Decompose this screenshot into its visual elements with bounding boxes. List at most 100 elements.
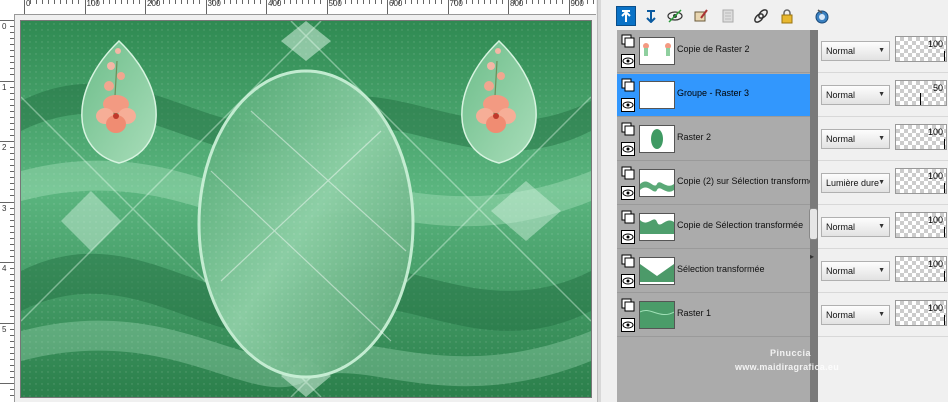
blend-mode-dropdown[interactable]: Normal ▼: [821, 85, 890, 105]
blend-mode-value: Normal: [826, 46, 856, 56]
chevron-down-icon: ▼: [878, 47, 885, 54]
chevron-down-icon: ▼: [878, 179, 885, 186]
expand-arrow-icon[interactable]: ▸: [810, 252, 814, 261]
blend-mode-dropdown[interactable]: Normal ▼: [821, 305, 890, 325]
opacity-control[interactable]: 100: [895, 36, 947, 62]
layer-type-icon[interactable]: [621, 254, 635, 268]
layer-thumbnail[interactable]: [639, 81, 675, 109]
chevron-down-icon: ▼: [878, 223, 885, 230]
blend-mode-dropdown[interactable]: Normal ▼: [821, 261, 890, 281]
layer-thumbnail[interactable]: [639, 213, 675, 241]
ruler-label: 100: [86, 0, 100, 8]
opacity-slider-marker[interactable]: [944, 139, 945, 149]
ruler-tick: [10, 292, 14, 294]
ruler-tick: [344, 0, 346, 4]
blend-mode-dropdown[interactable]: Normal ▼: [821, 217, 890, 237]
opacity-control[interactable]: 100: [895, 256, 947, 282]
opacity-slider-marker[interactable]: [920, 93, 921, 105]
layer-thumbnail[interactable]: [639, 37, 675, 65]
eye-icon[interactable]: [621, 274, 635, 288]
ruler-tick: [54, 0, 56, 4]
layer-properties-row: Lumière dure ▼ 100: [818, 162, 948, 205]
ruler-tick: [10, 50, 14, 52]
ruler-tick: [326, 0, 328, 14]
ruler-tick: [169, 0, 171, 4]
ruler-label: 200: [147, 0, 161, 8]
ruler-tick: [10, 171, 14, 173]
ruler-tick: [10, 183, 14, 185]
eye-icon[interactable]: [621, 142, 635, 156]
layer-type-icon[interactable]: [621, 210, 635, 224]
layer-name[interactable]: Copie de Sélection transformée: [677, 220, 810, 230]
edit-icon[interactable]: [691, 6, 711, 26]
opacity-slider-marker[interactable]: [944, 271, 945, 281]
layer-type-icon[interactable]: [621, 78, 635, 92]
ruler-tick: [417, 0, 419, 4]
ruler-tick: [10, 237, 14, 239]
link-icon[interactable]: [751, 6, 771, 26]
layer-type-icon[interactable]: [621, 298, 635, 312]
layer-row[interactable]: Raster 1: [617, 294, 810, 337]
ruler-tick: [429, 0, 431, 4]
opacity-control[interactable]: 100: [895, 168, 947, 194]
eye-icon[interactable]: [621, 54, 635, 68]
layer-type-icon[interactable]: [621, 34, 635, 48]
mask-icon[interactable]: [812, 6, 832, 26]
ruler-tick: [308, 0, 310, 4]
layer-name[interactable]: Sélection transformée: [677, 264, 810, 274]
layer-row[interactable]: Sélection transformée: [617, 250, 810, 293]
ruler-tick: [10, 159, 14, 161]
blend-mode-dropdown[interactable]: Normal ▼: [821, 41, 890, 61]
layer-type-icon[interactable]: [621, 122, 635, 136]
layer-thumbnail[interactable]: [639, 169, 675, 197]
layer-name[interactable]: Raster 2: [677, 132, 810, 142]
opacity-control[interactable]: 100: [895, 300, 947, 326]
image-canvas[interactable]: [20, 20, 592, 398]
opacity-control[interactable]: 100: [895, 124, 947, 150]
ruler-tick: [0, 383, 14, 384]
ruler-tick: [447, 0, 449, 14]
ruler-label: 4: [2, 264, 7, 273]
layer-name[interactable]: Copie (2) sur Sélection transformée: [677, 176, 810, 186]
move-layer-up-icon[interactable]: [616, 6, 636, 26]
eye-icon[interactable]: [621, 230, 635, 244]
eye-icon[interactable]: [621, 186, 635, 200]
splitter-handle[interactable]: [809, 208, 818, 240]
blend-mode-value: Normal: [826, 222, 856, 232]
opacity-slider-marker[interactable]: [944, 315, 945, 325]
ruler-tick: [0, 262, 14, 263]
layer-name[interactable]: Raster 1: [677, 308, 810, 318]
eye-icon[interactable]: [621, 98, 635, 112]
lock-icon[interactable]: [777, 6, 797, 26]
opacity-control[interactable]: 50: [895, 80, 947, 106]
layer-name[interactable]: Copie de Raster 2: [677, 44, 810, 54]
layer-thumbnail[interactable]: [639, 125, 675, 153]
opacity-slider-marker[interactable]: [944, 51, 945, 61]
eye-icon[interactable]: [621, 318, 635, 332]
ruler-tick: [199, 0, 201, 4]
layer-thumbnail[interactable]: [639, 301, 675, 329]
layer-thumbnail[interactable]: [639, 257, 675, 285]
move-layer-down-icon[interactable]: [641, 6, 661, 26]
delete-layer-icon[interactable]: [718, 6, 738, 26]
blend-mode-dropdown[interactable]: Lumière dure ▼: [821, 173, 890, 193]
opacity-value: 100: [927, 303, 943, 313]
opacity-slider-marker[interactable]: [944, 183, 945, 193]
blend-mode-value: Normal: [826, 90, 856, 100]
layer-row[interactable]: Groupe - Raster 3: [617, 74, 810, 117]
blend-mode-dropdown[interactable]: Normal ▼: [821, 129, 890, 149]
visibility-toggle-icon[interactable]: [665, 6, 685, 26]
ruler-tick: [10, 352, 14, 354]
opacity-slider-marker[interactable]: [944, 227, 945, 237]
ruler-tick: [296, 0, 298, 4]
layer-type-icon[interactable]: [621, 166, 635, 180]
layer-name[interactable]: Groupe - Raster 3: [677, 88, 810, 98]
ruler-tick: [387, 0, 388, 14]
layer-row[interactable]: Raster 2: [617, 118, 810, 161]
layer-row[interactable]: Copie de Raster 2: [617, 30, 810, 73]
opacity-control[interactable]: 100: [895, 212, 947, 238]
ruler-label: 600: [389, 0, 403, 8]
layer-row[interactable]: Copie (2) sur Sélection transformée: [617, 162, 810, 205]
layer-row[interactable]: Copie de Sélection transformée: [617, 206, 810, 249]
blend-mode-value: Normal: [826, 310, 856, 320]
